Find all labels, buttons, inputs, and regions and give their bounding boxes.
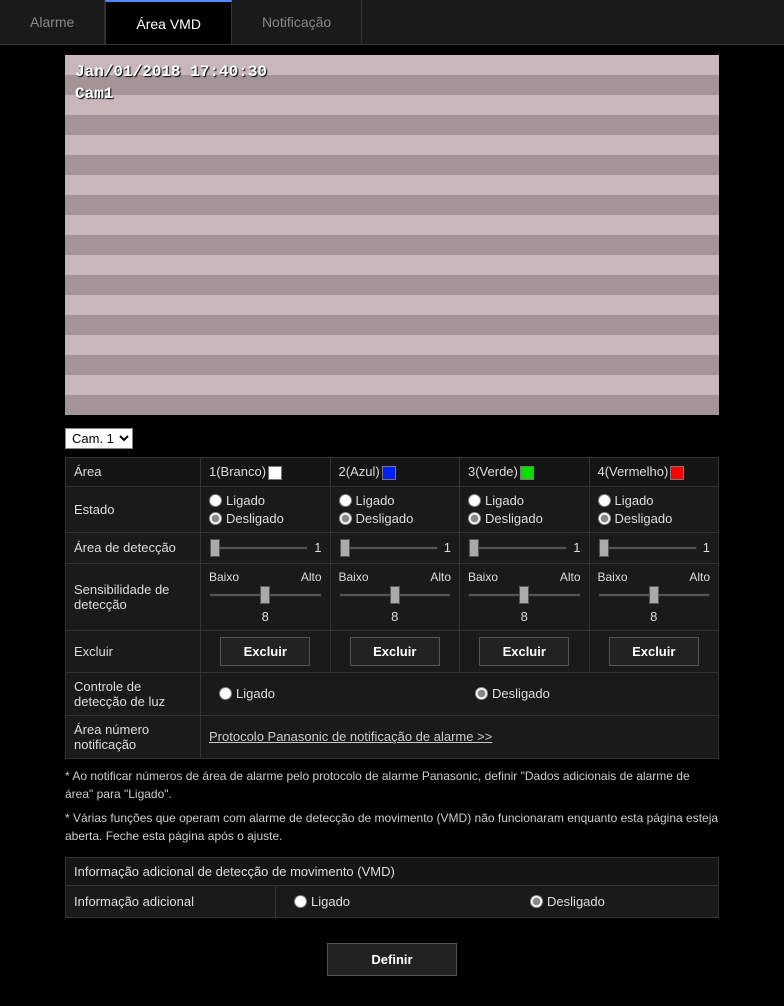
sens-slider-2[interactable] [339,586,452,604]
high-label-1: Alto [301,570,322,584]
low-label-1: Baixo [209,570,239,584]
row-state-label: Estado [66,486,201,532]
high-label-4: Alto [689,570,710,584]
low-label-2: Baixo [339,570,369,584]
exclude-button-4[interactable]: Excluir [609,637,699,666]
row-sensitivity-label: Sensibilidade de detecção [66,563,201,630]
row-add-info-label: Informação adicional [66,885,276,917]
detect-slider-1[interactable] [209,539,308,557]
header-area-3: 3(Verde) [460,458,590,487]
camera-select[interactable]: Cam. 1 [65,428,133,449]
light-control-off[interactable]: Desligado [475,686,550,701]
note-1: * Ao notificar números de área de alarme… [65,767,719,803]
row-light-control-label: Controle de detecção de luz [66,672,201,715]
state-1-off[interactable]: Desligado [209,511,322,526]
detect-value-3: 1 [573,540,580,555]
sens-slider-3[interactable] [468,586,581,604]
header-area-4: 4(Vermelho) [589,458,719,487]
detect-slider-2[interactable] [339,539,438,557]
swatch-red [670,466,684,480]
sens-value-2: 8 [339,609,452,624]
notes-block: * Ao notificar números de área de alarme… [65,759,719,857]
high-label-3: Alto [560,570,581,584]
swatch-green [520,466,534,480]
sens-value-3: 8 [468,609,581,624]
row-area-notify-label: Área número notificação [66,715,201,758]
state-3-on[interactable]: Ligado [468,493,581,508]
define-button[interactable]: Definir [327,943,457,976]
exclude-button-3[interactable]: Excluir [479,637,569,666]
tabs-bar: Alarme Área VMD Notificação [0,0,784,45]
tab-area-vmd[interactable]: Área VMD [105,0,232,44]
light-control-on[interactable]: Ligado [219,686,275,701]
sens-slider-4[interactable] [598,586,711,604]
panasonic-protocol-link[interactable]: Protocolo Panasonic de notificação de al… [209,729,492,744]
preview-camera-label: Cam1 [75,83,267,105]
state-2-on[interactable]: Ligado [339,493,452,508]
camera-preview[interactable]: Jan/01/2018 17:40:30 Cam1 [65,55,719,415]
detect-value-4: 1 [703,540,710,555]
add-info-section-title: Informação adicional de detecção de movi… [66,857,719,885]
header-area: Área [66,458,201,487]
swatch-white [268,466,282,480]
header-area-2: 2(Azul) [330,458,460,487]
detect-value-1: 1 [314,540,321,555]
vmd-settings-table: Área 1(Branco) 2(Azul) 3(Verde) 4(Vermel… [65,457,719,759]
row-detect-area-label: Área de detecção [66,532,201,563]
add-info-on[interactable]: Ligado [294,894,350,909]
state-4-off[interactable]: Desligado [598,511,711,526]
sens-slider-1[interactable] [209,586,322,604]
exclude-button-2[interactable]: Excluir [350,637,440,666]
note-2: * Várias funções que operam com alarme d… [65,809,719,845]
tab-alarm[interactable]: Alarme [0,0,105,44]
state-4-on[interactable]: Ligado [598,493,711,508]
swatch-blue [382,466,396,480]
sens-value-4: 8 [598,609,711,624]
detect-slider-4[interactable] [598,539,697,557]
low-label-4: Baixo [598,570,628,584]
additional-info-table: Informação adicional de detecção de movi… [65,857,719,918]
state-3-off[interactable]: Desligado [468,511,581,526]
add-info-off[interactable]: Desligado [530,894,605,909]
header-area-1: 1(Branco) [201,458,331,487]
state-2-off[interactable]: Desligado [339,511,452,526]
high-label-2: Alto [430,570,451,584]
state-1-on[interactable]: Ligado [209,493,322,508]
row-exclude-label: Excluir [66,630,201,672]
exclude-button-1[interactable]: Excluir [220,637,310,666]
detect-slider-3[interactable] [468,539,567,557]
sens-value-1: 8 [209,609,322,624]
preview-timestamp: Jan/01/2018 17:40:30 [75,61,267,83]
low-label-3: Baixo [468,570,498,584]
tab-notification[interactable]: Notificação [232,0,362,44]
detect-value-2: 1 [444,540,451,555]
